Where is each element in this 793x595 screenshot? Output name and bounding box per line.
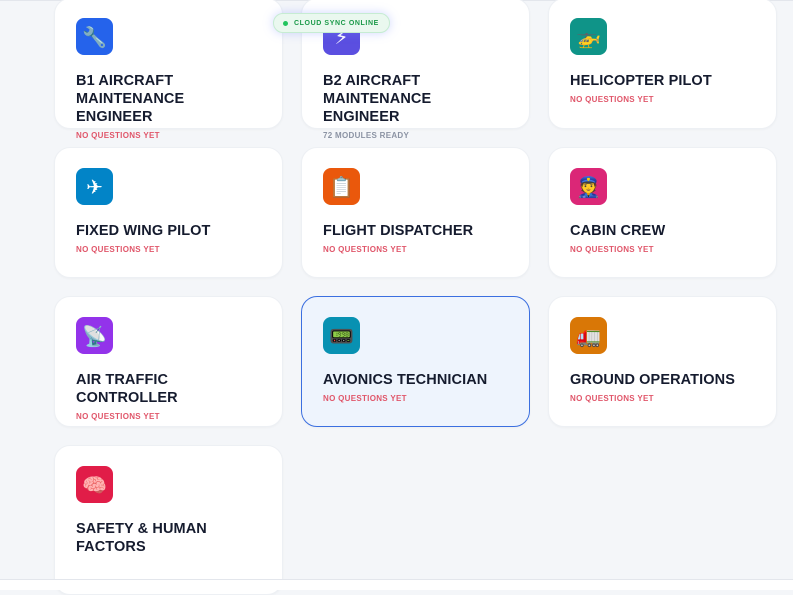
crew-member-icon: 👮 [570, 168, 607, 205]
wrench-icon: 🔧 [76, 18, 113, 55]
role-card-status: NO QUESTIONS YET [76, 245, 160, 254]
role-card-status: NO QUESTIONS YET [76, 412, 160, 421]
role-card-fixed-wing-pilot[interactable]: ✈ FIXED WING PILOT NO QUESTIONS YET [54, 147, 283, 278]
role-card-status: NO QUESTIONS YET [570, 394, 654, 403]
airplane-icon: ✈ [76, 168, 113, 205]
role-card-status: NO QUESTIONS YET [323, 245, 407, 254]
role-card-title: CABIN CREW [570, 223, 666, 239]
satellite-dish-icon: 📡 [76, 317, 113, 354]
role-card-title: SAFETY & HUMAN FACTORS [76, 521, 207, 555]
role-card-status: 72 MODULES READY [323, 131, 410, 140]
role-card-flight-dispatcher[interactable]: 📋 FLIGHT DISPATCHER NO QUESTIONS YET [301, 147, 530, 278]
helicopter-icon: 🚁 [570, 18, 607, 55]
role-card-status: NO QUESTIONS YET [570, 95, 654, 104]
role-card-title: FLIGHT DISPATCHER [323, 223, 474, 239]
clipboard-icon: 📋 [323, 168, 360, 205]
role-card-avionics-technician[interactable]: 📟 AVIONICS TECHNICIAN NO QUESTIONS YET [301, 296, 530, 427]
role-card-status: NO QUESTIONS YET [570, 245, 654, 254]
role-card-grid: 🔧 B1 AIRCRAFT MAINTENANCE ENGINEER NO QU… [54, 0, 777, 595]
role-card-cabin-crew[interactable]: 👮 CABIN CREW NO QUESTIONS YET [548, 147, 777, 278]
status-dot-icon [283, 20, 288, 26]
role-card-status: NO QUESTIONS YET [76, 131, 160, 140]
role-card-title: B1 AIRCRAFT MAINTENANCE ENGINEER [76, 73, 185, 125]
role-card-title: B2 AIRCRAFT MAINTENANCE ENGINEER [323, 73, 432, 125]
role-card-b1-maintenance[interactable]: 🔧 B1 AIRCRAFT MAINTENANCE ENGINEER NO QU… [54, 0, 283, 140]
role-card-helicopter-pilot[interactable]: 🚁 HELICOPTER PILOT NO QUESTIONS YET [548, 0, 777, 129]
role-card-air-traffic-controller[interactable]: 📡 AIR TRAFFIC CONTROLLER NO QUESTIONS YE… [54, 296, 283, 427]
role-card-safety-human-factors[interactable]: 🧠 SAFETY & HUMAN FACTORS [54, 445, 283, 595]
brain-icon: 🧠 [76, 466, 113, 503]
role-card-title: GROUND OPERATIONS [570, 372, 735, 388]
role-card-title: AIR TRAFFIC CONTROLLER [76, 372, 178, 406]
role-card-title: HELICOPTER PILOT [570, 73, 712, 89]
role-card-title: FIXED WING PILOT [76, 223, 211, 239]
role-card-status: NO QUESTIONS YET [323, 394, 407, 403]
pager-icon: 📟 [323, 317, 360, 354]
bottom-bar [0, 579, 793, 590]
role-card-title: AVIONICS TECHNICIAN [323, 372, 488, 388]
truck-icon: 🚛 [570, 317, 607, 354]
status-badge-label: CLOUD SYNC ONLINE [294, 19, 379, 27]
role-card-ground-operations[interactable]: 🚛 GROUND OPERATIONS NO QUESTIONS YET [548, 296, 777, 427]
cloud-sync-status-badge: CLOUD SYNC ONLINE [273, 13, 390, 33]
